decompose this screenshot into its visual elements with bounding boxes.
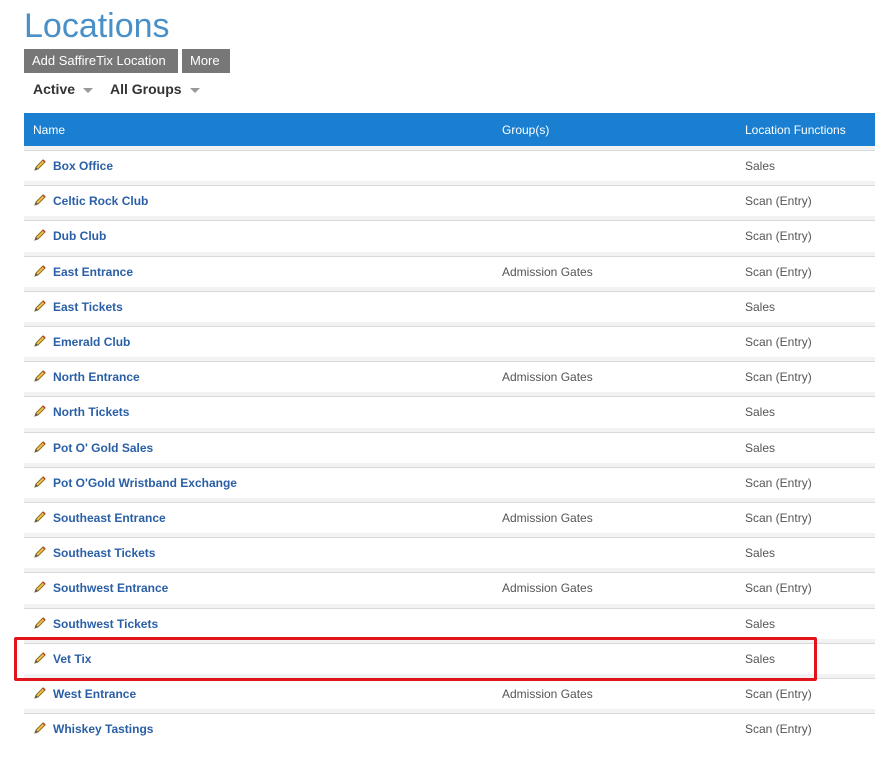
location-group: Admission Gates: [502, 511, 593, 525]
table-row[interactable]: Southwest Entrance Admission Gates Scan (E…: [24, 572, 875, 603]
group-filter-dropdown[interactable]: All Groups: [110, 79, 200, 99]
location-group: Admission Gates: [502, 581, 593, 596]
location-function: Scan (Entry): [745, 581, 812, 596]
caret-down-icon: [189, 87, 200, 93]
pencil-icon[interactable]: [33, 369, 47, 383]
location-name-link[interactable]: Emerald Club: [53, 327, 130, 357]
table-row[interactable]: Southwest Tickets Sales: [24, 607, 875, 639]
pencil-icon[interactable]: [33, 686, 47, 700]
table-row[interactable]: North Entrance Admission Gates Scan (Entry…: [24, 361, 875, 392]
table-row[interactable]: North Tickets Sales: [24, 396, 875, 427]
column-header-name[interactable]: Name: [33, 113, 65, 148]
table-row[interactable]: Box Office Sales: [24, 150, 875, 180]
pencil-icon[interactable]: [33, 404, 47, 418]
location-function: Scan (Entry): [745, 511, 812, 525]
location-name-link[interactable]: Box Office: [53, 151, 113, 181]
table-row[interactable]: East Tickets Sales: [24, 290, 875, 322]
location-function: Sales: [745, 616, 776, 631]
location-function: Sales: [745, 405, 776, 420]
column-header-groups[interactable]: Group(s): [502, 113, 549, 148]
pencil-icon[interactable]: [33, 721, 47, 735]
pencil-icon[interactable]: [33, 264, 47, 278]
location-name-link[interactable]: West Entrance: [53, 679, 136, 709]
location-function: Scan (Entry): [745, 475, 812, 490]
location-function: Scan (Entry): [745, 335, 812, 349]
table-header: Name Group(s) Location Functions: [24, 113, 875, 148]
pencil-icon[interactable]: [33, 510, 47, 524]
location-name-link[interactable]: Dub Club: [53, 221, 106, 251]
location-function: Sales: [745, 159, 776, 173]
more-button[interactable]: More: [182, 49, 230, 73]
location-name-link[interactable]: Southeast Tickets: [53, 538, 155, 568]
table-row[interactable]: Emerald Club Scan (Entry): [24, 326, 875, 356]
location-name-link[interactable]: North Tickets: [53, 397, 129, 427]
pencil-icon[interactable]: [33, 228, 47, 242]
location-name-link[interactable]: Southeast Entrance: [53, 503, 166, 533]
pencil-icon[interactable]: [33, 299, 47, 313]
caret-down-icon: [83, 87, 94, 93]
table-row[interactable]: West Entrance Admission Gates Scan (Entry): [24, 678, 875, 708]
location-function: Scan (Entry): [745, 194, 812, 209]
pencil-icon[interactable]: [33, 334, 47, 348]
location-function: Sales: [745, 546, 776, 561]
table-row[interactable]: Southeast Entrance Admission Gates Scan (E…: [24, 502, 875, 532]
status-filter-label: Active: [33, 81, 76, 97]
pencil-icon[interactable]: [33, 475, 47, 489]
page-title: Locations: [24, 7, 170, 45]
location-function: Scan (Entry): [745, 687, 812, 701]
location-name-link[interactable]: Southwest Tickets: [53, 609, 158, 639]
location-function: Sales: [745, 299, 776, 314]
add-location-button[interactable]: Add SaffireTix Location: [24, 49, 178, 73]
table-row[interactable]: Pot O' Gold Sales Sales: [24, 431, 875, 463]
location-name-link[interactable]: Celtic Rock Club: [53, 186, 148, 216]
column-header-functions[interactable]: Location Functions: [745, 113, 846, 148]
pencil-icon[interactable]: [33, 193, 47, 207]
table-row[interactable]: Celtic Rock Club Scan (Entry): [24, 185, 875, 216]
table-row[interactable]: Pot O'Gold Wristband Exchange Scan (Entry…: [24, 466, 875, 498]
location-name-link[interactable]: North Entrance: [53, 362, 140, 392]
table-row[interactable]: Dub Club Scan (Entry): [24, 220, 875, 251]
location-function: Scan (Entry): [745, 370, 812, 385]
pencil-icon[interactable]: [33, 580, 47, 594]
pencil-icon[interactable]: [33, 440, 47, 454]
pencil-icon[interactable]: [33, 158, 47, 172]
location-name-link[interactable]: East Entrance: [53, 257, 133, 287]
table-row[interactable]: East Entrance Admission Gates Scan (Entry): [24, 255, 875, 287]
highlight-box: [14, 637, 817, 681]
group-filter-label: All Groups: [110, 81, 182, 97]
location-group: Admission Gates: [502, 370, 593, 385]
location-name-link[interactable]: Whiskey Tastings: [53, 714, 153, 744]
status-filter-dropdown[interactable]: Active: [33, 79, 94, 99]
location-group: Admission Gates: [502, 687, 593, 701]
location-function: Scan (Entry): [745, 722, 812, 737]
location-function: Sales: [745, 440, 776, 455]
location-group: Admission Gates: [502, 264, 593, 279]
location-function: Scan (Entry): [745, 229, 812, 244]
location-name-link[interactable]: Southwest Entrance: [53, 573, 168, 603]
location-name-link[interactable]: Pot O' Gold Sales: [53, 433, 153, 463]
locations-table: Name Group(s) Location Functions Box Off…: [24, 113, 875, 744]
location-name-link[interactable]: East Tickets: [53, 292, 123, 322]
location-function: Scan (Entry): [745, 264, 812, 279]
pencil-icon[interactable]: [33, 616, 47, 630]
location-name-link[interactable]: Pot O'Gold Wristband Exchange: [53, 468, 237, 498]
pencil-icon[interactable]: [33, 545, 47, 559]
table-row[interactable]: Whiskey Tastings Scan (Entry): [24, 713, 875, 744]
table-row[interactable]: Southeast Tickets Sales: [24, 537, 875, 568]
